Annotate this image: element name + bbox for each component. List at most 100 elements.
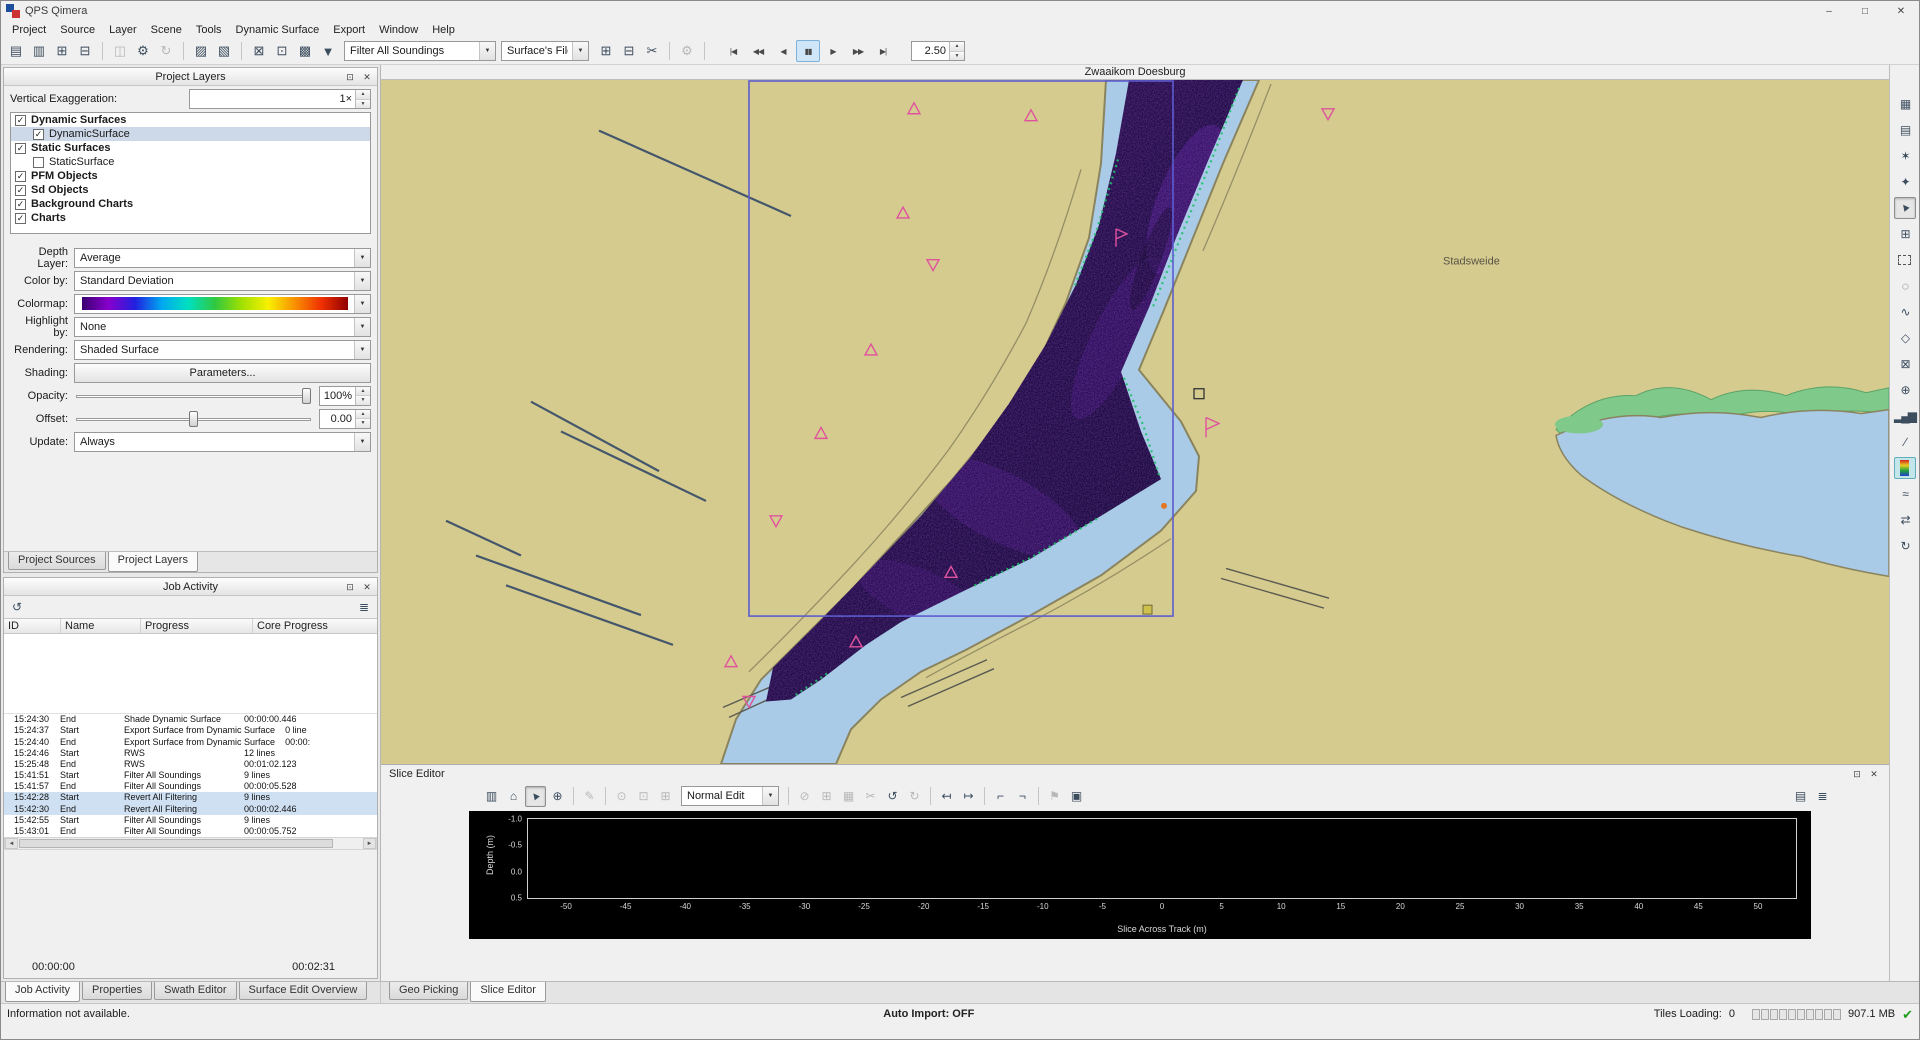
edit-mode-combo[interactable]: Normal Edit ▼ <box>681 786 779 806</box>
close-button[interactable]: ✕ <box>1883 1 1919 21</box>
undo-icon[interactable]: ↺ <box>882 786 903 807</box>
import-processed-points-icon[interactable]: ⊟ <box>74 40 96 62</box>
pause-button[interactable]: ▮▮ <box>796 40 820 62</box>
menu-scene[interactable]: Scene <box>144 23 189 37</box>
colormap-combo[interactable]: ▼ <box>74 294 371 314</box>
minimize-button[interactable]: – <box>1811 1 1847 21</box>
slider-handle[interactable] <box>189 411 198 427</box>
zoom-window-icon[interactable]: ⊞ <box>1894 223 1916 245</box>
layer-checkbox[interactable]: ✓ <box>15 185 26 196</box>
new-project-icon[interactable]: ▤ <box>5 40 27 62</box>
create-static-surface-icon[interactable]: ▧ <box>213 40 235 62</box>
layer-tree-row[interactable]: ✓Sd Objects <box>11 183 370 197</box>
zoom-tool-icon[interactable]: ⊕ <box>547 786 568 807</box>
layer-tree-row[interactable]: StaticSurface <box>11 155 370 169</box>
menu-dynamic-surface[interactable]: Dynamic Surface <box>229 23 327 37</box>
opacity-slider[interactable] <box>74 386 313 406</box>
menu-layer[interactable]: Layer <box>102 23 144 37</box>
cut-tool-icon[interactable]: ✂ <box>860 786 881 807</box>
layer-tree-row[interactable]: ✓Charts <box>11 211 370 225</box>
rotate-left-icon[interactable]: ⌐ <box>990 786 1011 807</box>
go-last-button[interactable]: ▶| <box>871 40 895 62</box>
create-dynamic-surface-icon[interactable]: ▨ <box>190 40 212 62</box>
menu-help[interactable]: Help <box>425 23 462 37</box>
scroll-left-icon[interactable]: ◄ <box>5 838 18 849</box>
menu-project[interactable]: Project <box>5 23 53 37</box>
menu-window[interactable]: Window <box>372 23 425 37</box>
layer-tree-row[interactable]: ✓Dynamic Surfaces <box>11 113 370 127</box>
layer-tree-row[interactable]: ✓DynamicSurface <box>11 127 370 141</box>
layer-checkbox[interactable]: ✓ <box>15 171 26 182</box>
job-log-row[interactable]: 15:41:57EndFilter All Soundings00:00:05.… <box>4 781 377 792</box>
playback-speed-spinner[interactable]: 2.50 ▲▼ <box>911 41 965 61</box>
block-edit-icon[interactable]: ▦ <box>838 786 859 807</box>
reset-jobs-icon[interactable]: ↺ <box>8 598 26 616</box>
job-log-row[interactable]: 15:41:51StartFilter All Soundings9 lines <box>4 770 377 781</box>
accept-tool-icon[interactable]: ⊞ <box>816 786 837 807</box>
snapshot-icon[interactable]: ▣ <box>1066 786 1087 807</box>
select-track-icon[interactable]: ⊞ <box>655 786 676 807</box>
select-lasso-icon[interactable]: ∿ <box>1894 301 1916 323</box>
spin-up-icon[interactable]: ▲ <box>950 42 964 52</box>
layer-tree-row[interactable]: ✓PFM Objects <box>11 169 370 183</box>
job-column-header[interactable]: ID <box>4 619 61 633</box>
chevron-down-icon[interactable]: ▼ <box>762 787 778 805</box>
close-panel-icon[interactable]: ✕ <box>1867 767 1881 781</box>
spin-up-icon[interactable]: ▲ <box>356 410 370 420</box>
fast-forward-button[interactable]: ▶▶ <box>846 40 870 62</box>
job-log-row[interactable]: 15:24:37StartExport Surface from Dynamic… <box>4 725 377 736</box>
open-project-icon[interactable]: ▥ <box>28 40 50 62</box>
reject-soundings-icon[interactable]: ⊟ <box>618 40 640 62</box>
layer-checkbox[interactable] <box>33 157 44 168</box>
update-combo[interactable]: Always▼ <box>74 432 371 452</box>
edit-tool-icon[interactable]: ✎ <box>579 786 600 807</box>
job-log-scrollbar[interactable]: ◄ ► <box>4 837 377 850</box>
vertical-exaggeration-input[interactable]: 1× ▲▼ <box>189 89 371 109</box>
crop-soundings-icon[interactable]: ✂ <box>641 40 663 62</box>
chevron-down-icon[interactable]: ▼ <box>354 295 370 313</box>
slice-report-icon[interactable]: ▤ <box>1790 786 1811 807</box>
tab-swath-editor[interactable]: Swath Editor <box>154 982 236 1000</box>
menu-tools[interactable]: Tools <box>189 23 229 37</box>
clear-selection-icon[interactable]: ⊠ <box>1894 353 1916 375</box>
layer-tree-row[interactable]: ✓Background Charts <box>11 197 370 211</box>
slice-settings-icon[interactable]: ≣ <box>1812 786 1833 807</box>
chevron-down-icon[interactable]: ▼ <box>354 272 370 290</box>
survey-yellow-marker[interactable] <box>1143 605 1152 614</box>
pointer-tool-icon[interactable] <box>525 786 546 807</box>
globe-icon[interactable]: ⊕ <box>1894 379 1916 401</box>
spin-up-icon[interactable]: ▲ <box>356 90 370 100</box>
step-back-button[interactable]: ◀ <box>771 40 795 62</box>
rotate-3d-icon[interactable]: ↻ <box>1894 535 1916 557</box>
accept-soundings-icon[interactable]: ⊞ <box>595 40 617 62</box>
float-panel-icon[interactable]: ⊡ <box>343 580 357 594</box>
pointer-tool-icon[interactable] <box>1894 197 1916 219</box>
tab-project-layers[interactable]: Project Layers <box>108 552 198 572</box>
rendering-combo[interactable]: Shaded Surface▼ <box>74 340 371 360</box>
close-panel-icon[interactable]: ✕ <box>360 70 374 84</box>
select-circle-icon[interactable]: ◌ <box>1894 275 1916 297</box>
select-area-icon[interactable]: ⊡ <box>633 786 654 807</box>
auto-processing-settings-icon[interactable]: ⚙ <box>132 40 154 62</box>
rotate-right-icon[interactable]: ¬ <box>1012 786 1033 807</box>
processing-settings-icon[interactable]: ⚙ <box>676 40 698 62</box>
select-rectangle-icon[interactable] <box>1894 249 1916 271</box>
tab-job-activity[interactable]: Job Activity <box>5 982 80 1002</box>
chevron-down-icon[interactable]: ▼ <box>354 249 370 267</box>
job-log-row[interactable]: 15:42:30EndRevert All Filtering00:00:02.… <box>4 804 377 815</box>
opacity-spinner[interactable]: 100%▲▼ <box>319 386 371 406</box>
tab-geo-picking[interactable]: Geo Picking <box>389 982 468 1000</box>
layer-checkbox[interactable]: ✓ <box>15 115 26 126</box>
pan-tool-icon[interactable]: ⇄ <box>1894 509 1916 531</box>
fit-extents-icon[interactable]: ✶ <box>1894 145 1916 167</box>
flag-tool-icon[interactable]: ⚑ <box>1044 786 1065 807</box>
prev-slice-icon[interactable]: ↤ <box>936 786 957 807</box>
shading-parameters-button[interactable]: Parameters... <box>74 363 371 383</box>
slider-handle[interactable] <box>302 388 311 404</box>
maximize-button[interactable]: □ <box>1847 1 1883 21</box>
tab-slice-editor[interactable]: Slice Editor <box>470 982 546 1002</box>
save-slice-icon[interactable]: ▥ <box>481 786 502 807</box>
spin-down-icon[interactable]: ▼ <box>356 396 370 405</box>
tab-properties[interactable]: Properties <box>82 982 152 1000</box>
copy-processing-icon[interactable]: ◫ <box>109 40 131 62</box>
